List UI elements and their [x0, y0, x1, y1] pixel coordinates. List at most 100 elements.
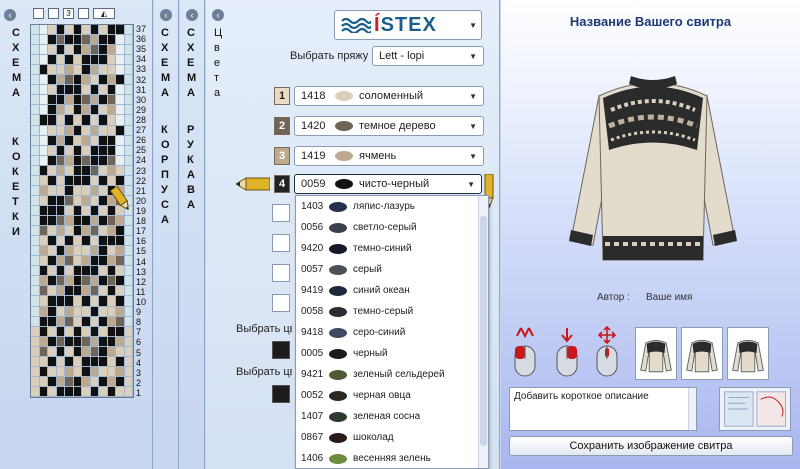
chart-cell[interactable] [90, 306, 99, 317]
move-mouse-icon[interactable] [555, 326, 579, 378]
chart-cell[interactable] [73, 346, 82, 357]
chart-cell[interactable] [48, 376, 57, 387]
chart-cell[interactable] [73, 35, 82, 46]
chart-cell[interactable] [65, 346, 74, 357]
chart-cell[interactable] [90, 165, 99, 176]
chart-cell[interactable] [73, 155, 82, 166]
chart-cell[interactable] [99, 165, 108, 176]
chart-cell[interactable] [90, 205, 99, 217]
chart-cell[interactable] [99, 185, 108, 196]
chart-cell[interactable] [82, 115, 91, 126]
chart-cell[interactable] [107, 286, 116, 297]
chart-cell[interactable] [107, 205, 116, 217]
chart-cell[interactable] [116, 316, 125, 327]
color-list-item[interactable]: 9419 синий океан [296, 280, 488, 301]
mirror-tool-icon[interactable]: ◭ [93, 8, 115, 19]
chart-cell[interactable] [65, 35, 74, 46]
chart-cell[interactable] [82, 306, 91, 317]
chart-cell[interactable] [82, 175, 91, 186]
chart-cell[interactable] [99, 356, 108, 367]
chart-cell[interactable] [31, 45, 40, 56]
chart-cell[interactable] [116, 286, 125, 297]
chart-cell[interactable] [73, 236, 82, 247]
chart-cell[interactable] [39, 155, 48, 166]
color-list-item[interactable]: 1406 весенняя зелень [296, 448, 488, 468]
chart-cell[interactable] [90, 135, 99, 146]
chart-cell[interactable] [82, 356, 91, 367]
chart-cell[interactable] [116, 256, 125, 267]
chart-cell[interactable] [82, 326, 91, 337]
chart-cell[interactable] [56, 125, 65, 136]
chart-cell[interactable] [124, 346, 133, 357]
chart-cell[interactable] [124, 135, 133, 146]
chart-cell[interactable] [124, 95, 133, 106]
chart-cell[interactable] [99, 246, 108, 257]
chart-cell[interactable] [82, 366, 91, 377]
chart-cell[interactable] [116, 35, 125, 46]
chart-cell[interactable] [107, 35, 116, 46]
chart-cell[interactable] [48, 266, 57, 277]
chart-cell[interactable] [107, 125, 116, 136]
chart-cell[interactable] [65, 155, 74, 166]
list-scrollbar[interactable] [478, 196, 488, 468]
color-select-1[interactable]: 1418 соломенный ▼ [294, 86, 484, 106]
chart-cell[interactable] [73, 266, 82, 277]
chart-cell[interactable] [99, 266, 108, 277]
chart-cell[interactable] [56, 85, 65, 96]
chart-cell[interactable] [31, 216, 40, 227]
chart-cell[interactable] [39, 85, 48, 96]
chart-cell[interactable] [73, 205, 82, 217]
save-image-button[interactable]: Сохранить изображение свитра [509, 436, 793, 456]
chart-cell[interactable] [31, 105, 40, 116]
chart-cell[interactable] [31, 296, 40, 307]
chart-cell[interactable] [31, 276, 40, 287]
chart-cell[interactable] [107, 55, 116, 66]
color-list-item[interactable]: 0005 черный [296, 343, 488, 364]
chart-cell[interactable] [56, 306, 65, 317]
chart-cell[interactable] [107, 155, 116, 166]
chart-cell[interactable] [73, 75, 82, 86]
chart-cell[interactable] [99, 286, 108, 297]
chart-cell[interactable] [39, 205, 48, 217]
chart-cell[interactable] [99, 376, 108, 387]
chart-cell[interactable] [56, 286, 65, 297]
chart-cell[interactable] [65, 306, 74, 317]
chart-cell[interactable] [90, 95, 99, 106]
chart-cell[interactable] [82, 55, 91, 66]
chart-cell[interactable] [124, 266, 133, 277]
chart-cell[interactable] [56, 226, 65, 237]
chart-cell[interactable] [116, 386, 125, 397]
chart-cell[interactable] [99, 276, 108, 287]
chart-cell[interactable] [124, 226, 133, 237]
chart-cell[interactable] [73, 256, 82, 267]
chart-cell[interactable] [124, 296, 133, 307]
chart-cell[interactable] [116, 135, 125, 146]
chart-cell[interactable] [99, 175, 108, 186]
chart-cell[interactable] [39, 115, 48, 126]
chart-cell[interactable] [82, 336, 91, 347]
chart-cell[interactable] [48, 296, 57, 307]
chart-cell[interactable] [39, 165, 48, 176]
chart-cell[interactable] [107, 75, 116, 86]
chart-cell[interactable] [124, 246, 133, 257]
chart-cell[interactable] [48, 135, 57, 146]
chart-cell[interactable] [65, 376, 74, 387]
chart-cell[interactable] [107, 266, 116, 277]
chart-cell[interactable] [56, 105, 65, 116]
chart-cell[interactable] [73, 115, 82, 126]
yarn-select[interactable]: Lett - lopi ▼ [372, 46, 484, 66]
chart-cell[interactable] [99, 85, 108, 96]
chart-cell[interactable] [116, 45, 125, 56]
zoom-mouse-icon[interactable] [595, 326, 619, 378]
chart-cell[interactable] [73, 356, 82, 367]
chart-cell[interactable] [124, 25, 133, 36]
chart-cell[interactable] [31, 65, 40, 76]
chart-cell[interactable] [116, 326, 125, 337]
chart-cell[interactable] [99, 316, 108, 327]
chart-cell[interactable] [56, 216, 65, 227]
chart-cell[interactable] [82, 135, 91, 146]
chart-cell[interactable] [90, 85, 99, 96]
chart-cell[interactable] [99, 346, 108, 357]
chart-cell[interactable] [73, 376, 82, 387]
chart-cell[interactable] [107, 346, 116, 357]
